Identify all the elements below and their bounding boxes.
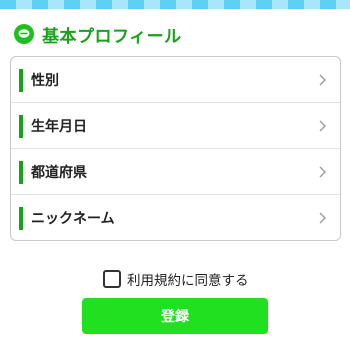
profile-field-birthdate[interactable]: 生年月日 xyxy=(11,103,340,149)
terms-agreement-label[interactable]: 利用規約に同意する xyxy=(127,269,249,289)
page-title: 基本プロフィール xyxy=(42,26,182,47)
row-accent-bar xyxy=(19,69,23,92)
profile-field-gender[interactable]: 性別 xyxy=(11,57,340,103)
profile-field-label: ニックネーム xyxy=(31,211,115,227)
profile-field-label: 生年月日 xyxy=(31,118,87,135)
terms-agreement: 利用規約に同意する xyxy=(103,269,249,289)
profile-field-nickname[interactable]: ニックネーム xyxy=(11,195,340,240)
row-accent-bar xyxy=(19,161,23,184)
profile-field-prefecture[interactable]: 都道府県 xyxy=(11,149,340,195)
profile-field-list: 性別 生年月日 都道府県 ニックネーム xyxy=(10,56,341,241)
row-accent-bar xyxy=(19,207,23,230)
section-header: 基本プロフィール xyxy=(14,22,182,47)
register-button[interactable]: 登録 xyxy=(82,298,268,334)
profile-field-label: 都道府県 xyxy=(31,164,87,181)
profile-field-label: 性別 xyxy=(31,72,59,89)
chat-bubble-icon xyxy=(14,24,34,44)
chevron-right-icon xyxy=(319,166,326,178)
top-stripe xyxy=(0,0,350,9)
chevron-right-icon xyxy=(319,212,326,224)
row-accent-bar xyxy=(19,115,23,138)
terms-checkbox[interactable] xyxy=(103,270,121,288)
chevron-right-icon xyxy=(319,120,326,132)
chevron-right-icon xyxy=(319,74,326,86)
